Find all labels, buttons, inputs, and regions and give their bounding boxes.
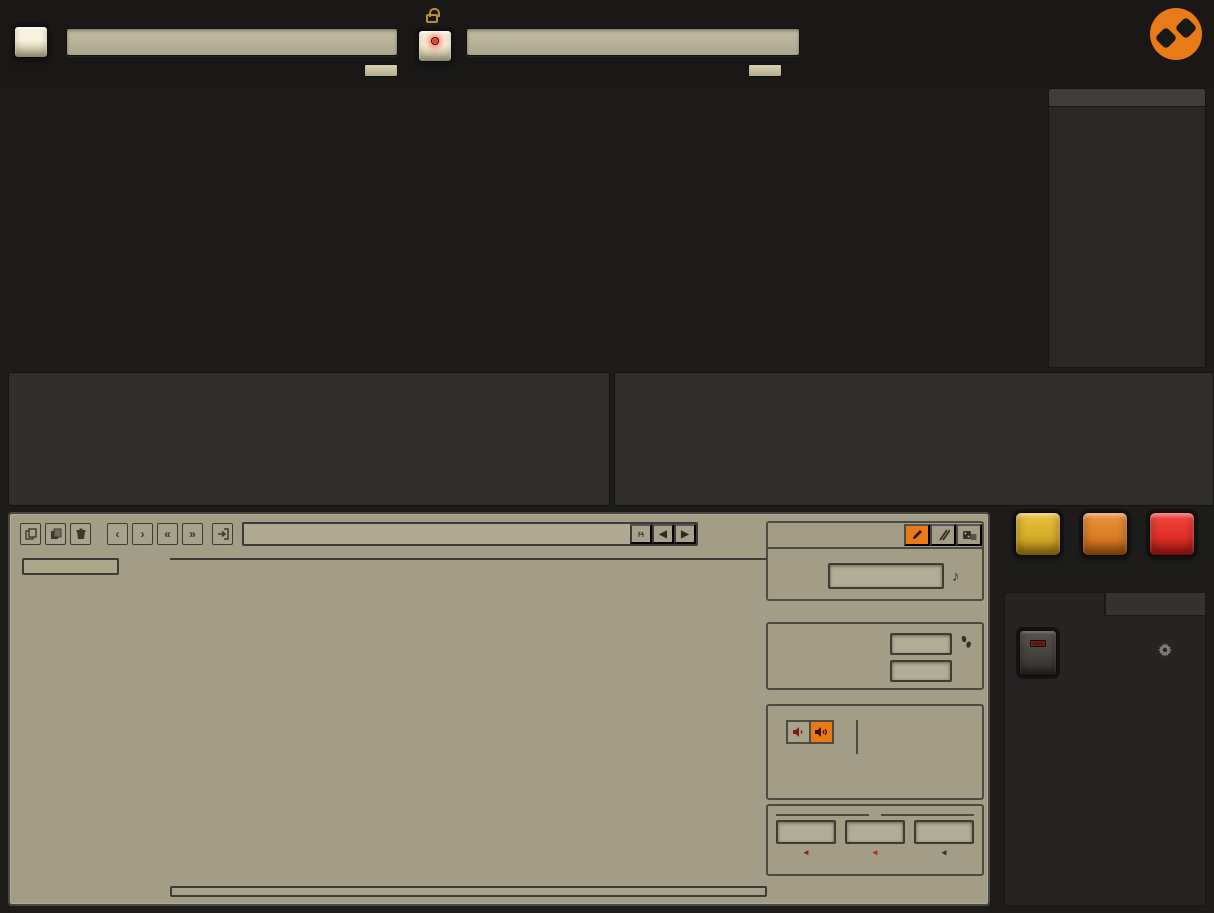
int-seq-button[interactable] — [418, 30, 452, 62]
scale-display[interactable] — [828, 563, 944, 589]
note-icon: ♪ — [952, 568, 960, 585]
bus1-panel — [8, 372, 610, 506]
pattern-prev-arrow[interactable]: ◀ — [652, 524, 674, 544]
velocity-accent-label: ◂ — [873, 847, 878, 858]
d16-logo-badge — [1150, 8, 1202, 60]
header — [0, 0, 1214, 88]
pattern-control-column — [1004, 512, 1206, 906]
view-output-titles — [1049, 89, 1205, 107]
pencil-tool-button[interactable] — [904, 524, 930, 546]
velocity-normal-label: ◂ — [804, 847, 809, 858]
playhead-strip — [170, 886, 767, 897]
copy-button[interactable] — [1015, 512, 1061, 556]
randomize-tool-button[interactable] — [956, 524, 982, 546]
paste-button[interactable] — [1082, 512, 1128, 556]
pattern-next-arrow[interactable]: ▶ — [674, 524, 696, 544]
bus2-panel — [614, 372, 1214, 506]
length-display[interactable] — [890, 633, 952, 655]
tab-host-note[interactable] — [1105, 592, 1206, 616]
footsteps-icon — [958, 635, 974, 652]
options-button[interactable] — [14, 26, 48, 58]
articulation-mode-tabs — [766, 774, 984, 800]
last-pattern-button[interactable]: » — [182, 523, 203, 545]
nepheton2-logo — [1136, 12, 1138, 20]
scene-name-field[interactable] — [66, 28, 398, 56]
velocity-global-accent-label: ◂ — [942, 847, 947, 858]
step-type-box — [766, 704, 984, 800]
gear-icon[interactable] — [1157, 642, 1173, 663]
next-pattern-button[interactable]: › — [132, 523, 153, 545]
drum-kit-save-button[interactable] — [748, 64, 782, 77]
global-accent-button[interactable] — [22, 558, 119, 575]
edit-stack: ♪ — [766, 514, 986, 908]
velocity-normal-display[interactable] — [776, 820, 836, 844]
drum-kit-field[interactable] — [466, 28, 800, 56]
velocity-global-accent-display[interactable] — [914, 820, 974, 844]
velocity-accent-display[interactable] — [845, 820, 905, 844]
int-seq-led — [431, 37, 439, 45]
global-accent-step-row — [170, 558, 767, 560]
edit-box: ♪ — [766, 521, 984, 601]
unlock-icon[interactable] — [426, 14, 438, 23]
scene-save-button[interactable] — [364, 64, 398, 77]
tab-live[interactable] — [1004, 592, 1105, 616]
start-stop-led — [1030, 640, 1046, 647]
sequencer-panel: ‹ › « » ◀ ▶ — [8, 512, 990, 906]
shuffle-display[interactable] — [890, 660, 952, 682]
start-stop-button[interactable] — [1019, 630, 1057, 676]
copy-pattern-icon[interactable] — [20, 523, 41, 545]
sequencer-toolbar: ‹ › « » — [20, 522, 203, 546]
nepheton2-plugin-window: ‹ › « » ◀ ▶ — [0, 0, 1214, 913]
first-pattern-button[interactable]: « — [157, 523, 178, 545]
live-panel — [1004, 616, 1206, 906]
delete-pattern-icon[interactable] — [70, 523, 91, 545]
view-output-panel — [1048, 88, 1206, 368]
import-pattern-icon[interactable] — [212, 523, 233, 545]
paste-pattern-icon[interactable] — [45, 523, 66, 545]
clear-button[interactable] — [1149, 512, 1195, 556]
pattern-name-field-group: ◀ ▶ — [242, 522, 698, 546]
step-type-normal-button[interactable] — [786, 720, 811, 744]
length-shuffle-box — [766, 622, 984, 690]
prev-pattern-button[interactable]: ‹ — [107, 523, 128, 545]
save-pattern-icon[interactable] — [630, 524, 652, 544]
eraser-tool-button[interactable] — [930, 524, 956, 546]
velocity-box: ◂ ◂ ◂ — [766, 804, 984, 876]
step-type-accent-button[interactable] — [809, 720, 834, 744]
